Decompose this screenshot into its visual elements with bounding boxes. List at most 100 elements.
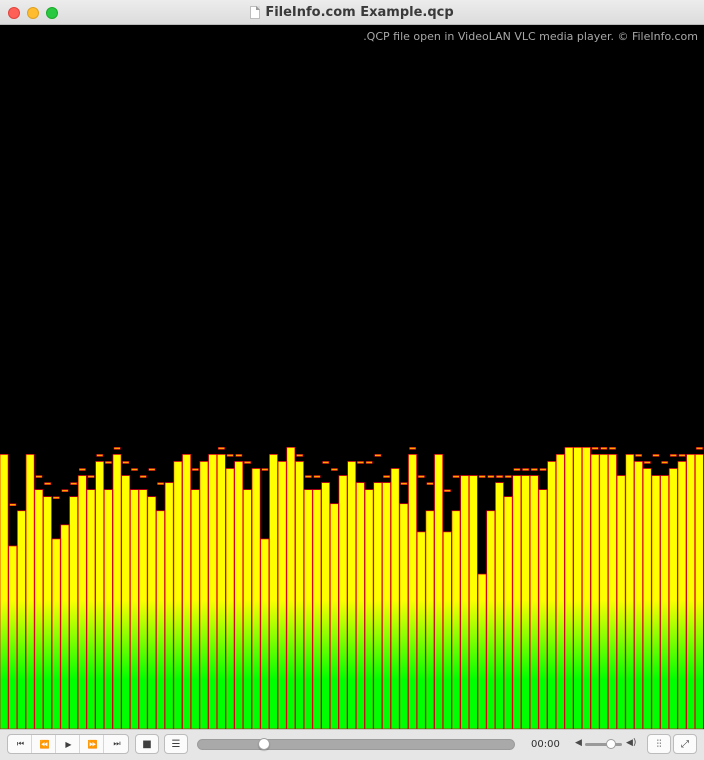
spectrum-bar bbox=[216, 454, 226, 729]
spectrum-peak bbox=[87, 475, 95, 478]
spectrum-bar bbox=[581, 447, 591, 729]
transport-buttons: ⏮ ⏪ ▶ ⏩ ⏭ bbox=[7, 734, 129, 754]
spectrum-bar bbox=[390, 468, 400, 729]
spectrum-bar bbox=[399, 503, 409, 729]
spectrum-peak bbox=[9, 503, 17, 506]
spectrum-bar bbox=[77, 475, 87, 729]
spectrum-peak bbox=[70, 482, 78, 485]
timeline-knob[interactable] bbox=[257, 738, 270, 750]
video-area[interactable]: .QCP file open in VideoLAN VLC media pla… bbox=[0, 25, 704, 729]
stop-button[interactable]: ■ bbox=[135, 734, 159, 754]
spectrum-bar bbox=[477, 573, 487, 729]
spectrum-bar bbox=[17, 510, 26, 729]
spectrum-peak bbox=[513, 468, 521, 471]
spectrum-peak bbox=[365, 461, 373, 464]
spectrum-peak bbox=[331, 468, 338, 471]
spectrum-peak bbox=[417, 475, 425, 478]
spectrum-bar bbox=[555, 454, 565, 729]
spectrum-bar bbox=[277, 461, 287, 729]
spectrum-peak bbox=[426, 482, 434, 485]
spectrum-peak bbox=[635, 454, 643, 457]
spectrum-bar bbox=[303, 489, 313, 729]
spectrum-bar bbox=[329, 503, 339, 729]
spectrum-peak bbox=[452, 475, 460, 478]
spectrum-peak bbox=[313, 475, 321, 478]
spectrum-bar bbox=[0, 454, 9, 729]
spectrum-peak bbox=[383, 475, 390, 478]
skip-forward-button[interactable]: ⏭ bbox=[104, 735, 128, 753]
spectrum-peak bbox=[374, 454, 382, 457]
playlist-button[interactable]: ☰ bbox=[164, 734, 188, 754]
fast-forward-button[interactable]: ⏩ bbox=[80, 735, 104, 753]
spectrum-bar bbox=[512, 475, 522, 729]
spectrum-peak bbox=[643, 461, 651, 464]
control-bar: ⏮ ⏪ ▶ ⏩ ⏭ ■ ☰ 00:00 ◀ ◀) ⫶⫶ ⤢ bbox=[0, 729, 704, 760]
spectrum-bar bbox=[694, 454, 704, 729]
spectrum-peak bbox=[148, 468, 156, 471]
timeline-slider[interactable] bbox=[197, 739, 515, 750]
playlist-icon: ☰ bbox=[171, 738, 181, 750]
spectrum-bar bbox=[295, 461, 304, 729]
spectrum-bar bbox=[121, 475, 131, 729]
spectrum-peak bbox=[78, 468, 86, 471]
spectrum-bar bbox=[529, 475, 539, 729]
spectrum-peak bbox=[487, 475, 495, 478]
spectrum-bar bbox=[668, 468, 678, 729]
spectrum-peak bbox=[52, 496, 60, 499]
rewind-button[interactable]: ⏪ bbox=[32, 735, 56, 753]
spectrum-peak bbox=[235, 454, 243, 457]
spectrum-bar bbox=[130, 489, 139, 729]
spectrum-peak bbox=[157, 482, 164, 485]
fullscreen-button[interactable]: ⤢ bbox=[673, 734, 697, 754]
fast-forward-icon: ⏩ bbox=[87, 739, 98, 749]
spectrum-peak bbox=[296, 454, 304, 457]
spectrum-bar bbox=[103, 489, 113, 729]
spectrum-bar bbox=[538, 489, 548, 729]
skip-back-button[interactable]: ⏮ bbox=[8, 735, 32, 753]
spectrum-bar bbox=[147, 496, 157, 729]
spectrum-bar bbox=[347, 461, 357, 729]
spectrum-visualization bbox=[0, 447, 704, 729]
spectrum-bar bbox=[468, 475, 478, 729]
spectrum-peak bbox=[696, 447, 703, 450]
spectrum-bar bbox=[364, 489, 374, 729]
spectrum-peak bbox=[304, 475, 312, 478]
spectrum-peak bbox=[322, 461, 330, 464]
spectrum-peak bbox=[357, 461, 364, 464]
spectrum-bar bbox=[486, 510, 496, 729]
spectrum-peak bbox=[244, 461, 251, 464]
spectrum-bar bbox=[651, 475, 661, 729]
spectrum-bar bbox=[8, 545, 18, 729]
play-button[interactable]: ▶ bbox=[56, 735, 80, 753]
spectrum-bar bbox=[686, 454, 696, 729]
spectrum-bar bbox=[164, 482, 174, 729]
spectrum-peak bbox=[591, 447, 599, 450]
title-bar: FileInfo.com Example.qcp bbox=[0, 0, 704, 25]
spectrum-bar bbox=[642, 468, 652, 729]
spectrum-bar bbox=[286, 447, 296, 729]
spectrum-peak bbox=[504, 475, 512, 478]
spectrum-peak bbox=[226, 454, 234, 457]
volume-slider[interactable] bbox=[585, 743, 622, 746]
spectrum-peak bbox=[478, 475, 486, 478]
spectrum-bar bbox=[251, 468, 261, 729]
spectrum-bar bbox=[234, 461, 244, 729]
stop-icon: ■ bbox=[142, 738, 152, 750]
watermark-text: .QCP file open in VideoLAN VLC media pla… bbox=[363, 30, 698, 43]
volume-knob[interactable] bbox=[605, 739, 616, 749]
spectrum-bar bbox=[521, 475, 530, 729]
spectrum-bar bbox=[86, 489, 96, 729]
spectrum-bar bbox=[451, 510, 461, 729]
rewind-icon: ⏪ bbox=[39, 739, 50, 749]
spectrum-peak bbox=[139, 475, 147, 478]
spectrum-peak bbox=[678, 454, 686, 457]
spectrum-peak bbox=[409, 447, 417, 450]
equalizer-icon: ⫶⫶ bbox=[656, 738, 662, 750]
spectrum-bar bbox=[495, 482, 504, 729]
skip-back-icon: ⏮ bbox=[16, 739, 24, 748]
spectrum-bar bbox=[373, 482, 383, 729]
spectrum-bar bbox=[677, 461, 687, 729]
spectrum-bar bbox=[416, 531, 426, 729]
equalizer-button[interactable]: ⫶⫶ bbox=[647, 734, 671, 754]
spectrum-peak bbox=[131, 468, 138, 471]
